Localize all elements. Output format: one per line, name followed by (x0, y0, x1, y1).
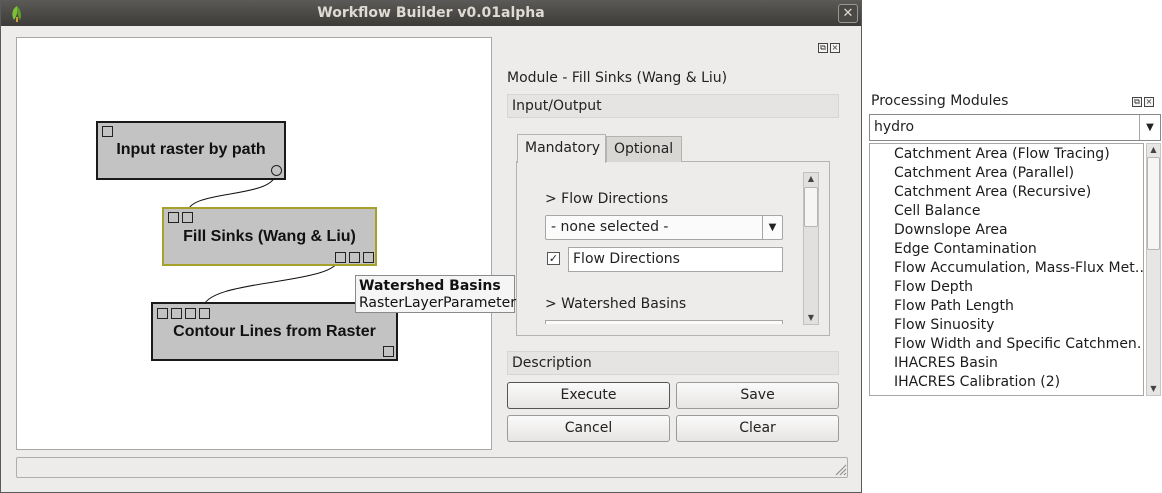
module-panel-dock-controls: ⧉ × (816, 42, 840, 53)
float-panel-icon[interactable]: ⧉ (818, 43, 828, 53)
scroll-up-icon[interactable]: ▲ (803, 172, 819, 186)
watershed-basins-section-label[interactable]: > Watershed Basins (545, 296, 686, 312)
flow-directions-select[interactable]: - none selected - (545, 215, 783, 240)
list-item[interactable]: Catchment Area (Parallel) (894, 164, 1074, 183)
output-port[interactable] (335, 252, 346, 263)
scrollbar-thumb[interactable] (804, 187, 818, 227)
clear-button[interactable]: Clear (676, 415, 839, 442)
float-panel-icon[interactable]: ⧉ (1132, 97, 1142, 107)
description-section-header[interactable]: Description (507, 351, 839, 375)
window-title: Workflow Builder v0.01alpha (317, 5, 545, 21)
output-port[interactable] (271, 165, 282, 176)
tooltip-title: Watershed Basins (359, 278, 501, 294)
workflow-canvas[interactable]: Input raster by path Fill Sinks (Wang & … (16, 37, 516, 450)
processing-modules-dock-controls: ⧉ × (1130, 96, 1154, 107)
close-window-button[interactable]: ✕ (838, 4, 858, 23)
chevron-down-icon[interactable]: ▼ (762, 216, 782, 239)
list-item[interactable]: Edge Contamination (894, 240, 1037, 259)
flow-directions-name-input[interactable]: Flow Directions (568, 247, 783, 272)
input-port[interactable] (171, 308, 182, 319)
processing-modules-list[interactable]: Catchment Area (Flow Tracing) Catchment … (869, 143, 1144, 396)
node-select-port[interactable] (102, 126, 113, 137)
list-item[interactable]: Catchment Area (Recursive) (894, 183, 1091, 202)
tab-mandatory[interactable]: Mandatory (517, 134, 606, 163)
save-button[interactable]: Save (676, 382, 839, 409)
list-item[interactable]: Cell Balance (894, 202, 980, 221)
resize-grip-icon[interactable] (833, 462, 847, 476)
input-port[interactable] (157, 308, 168, 319)
list-item[interactable]: Catchment Area (Flow Tracing) (894, 145, 1110, 164)
tooltip-subtitle: RasterLayerParameter (359, 295, 517, 311)
flow-directions-section-label[interactable]: > Flow Directions (545, 191, 668, 207)
output-port[interactable] (383, 346, 394, 357)
list-item[interactable]: Flow Path Length (894, 297, 1014, 316)
list-item[interactable]: Flow Accumulation, Mass-Flux Met… (894, 259, 1143, 278)
close-panel-icon[interactable]: × (1144, 97, 1154, 107)
node-fill-sinks[interactable]: Fill Sinks (Wang & Liu) (162, 207, 377, 266)
node-input-raster[interactable]: Input raster by path (96, 121, 286, 180)
node-select-port[interactable] (168, 212, 179, 223)
scroll-down-icon[interactable]: ▼ (1146, 382, 1161, 395)
input-port[interactable] (185, 308, 196, 319)
execute-button[interactable]: Execute (507, 382, 670, 409)
output-port[interactable] (349, 252, 360, 263)
tab-optional[interactable]: Optional (606, 136, 682, 162)
processing-modules-title: Processing Modules (871, 93, 1009, 109)
scrollbar-thumb[interactable] (1147, 157, 1160, 250)
cancel-button[interactable]: Cancel (507, 415, 670, 442)
title-bar[interactable]: Workflow Builder v0.01alpha ✕ (1, 1, 861, 26)
chevron-down-icon[interactable]: ▼ (1139, 115, 1160, 140)
list-item[interactable]: Flow Sinuosity (894, 316, 994, 335)
input-port[interactable] (199, 308, 210, 319)
flow-directions-checkbox[interactable]: ✓ (547, 252, 560, 265)
output-port[interactable] (363, 252, 374, 263)
port-tooltip: Watershed Basins RasterLayerParameter (355, 275, 517, 313)
module-title: Module - Fill Sinks (Wang & Liu) (507, 70, 728, 86)
list-item[interactable]: Flow Width and Specific Catchmen… (894, 335, 1143, 354)
qgis-logo-icon (9, 5, 25, 22)
scroll-down-icon[interactable]: ▼ (803, 311, 819, 325)
node-label: Input raster by path (116, 141, 266, 158)
workflow-builder-window: Workflow Builder v0.01alpha ✕ Input rast… (0, 0, 862, 493)
input-output-section-header[interactable]: Input/Output (507, 94, 839, 118)
node-label: Fill Sinks (Wang & Liu) (183, 228, 356, 245)
list-item[interactable]: IHACRES Calibration (2) (894, 373, 1060, 392)
input-port[interactable] (182, 212, 193, 223)
list-item[interactable]: Flow Depth (894, 278, 973, 297)
close-panel-icon[interactable]: × (830, 43, 840, 53)
status-bar (16, 457, 848, 478)
list-item[interactable]: IHACRES Basin (894, 354, 998, 373)
watershed-basins-select[interactable] (545, 320, 783, 324)
scroll-up-icon[interactable]: ▲ (1146, 143, 1161, 156)
module-search-combobox[interactable]: hydro (869, 114, 1161, 141)
list-item[interactable]: Downslope Area (894, 221, 1008, 240)
node-label: Contour Lines from Raster (173, 323, 376, 340)
